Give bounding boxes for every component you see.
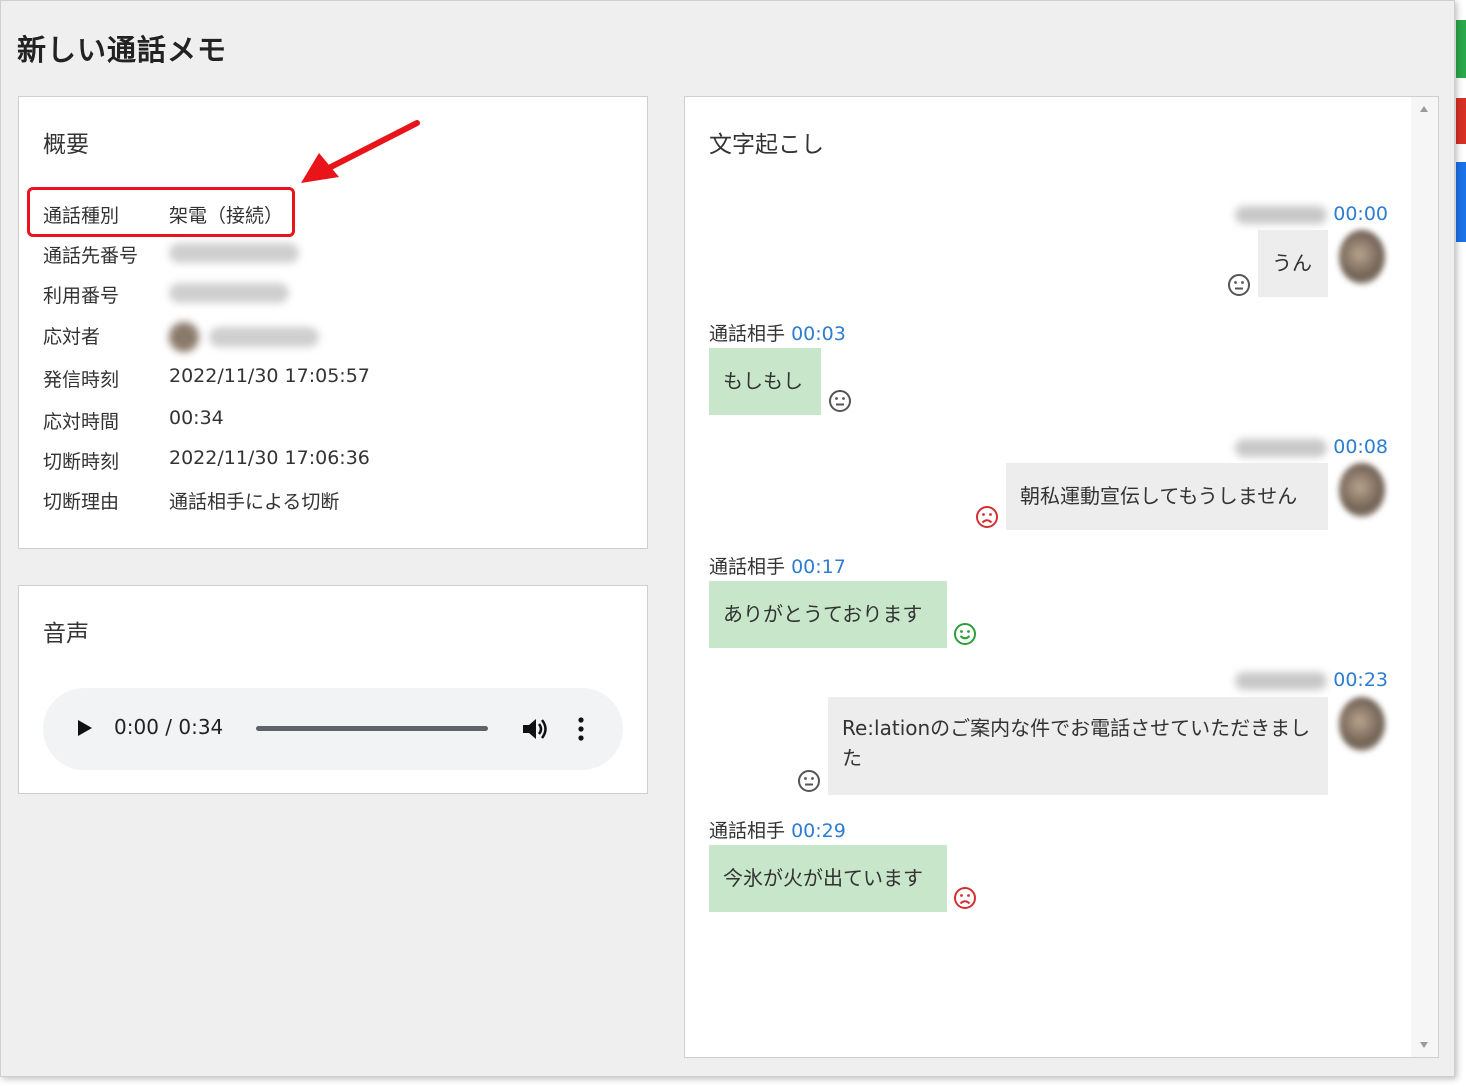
speaker-name-blurred	[1235, 205, 1328, 224]
blurred-value	[169, 241, 299, 263]
volume-icon[interactable]	[521, 716, 549, 742]
speaker-name: 通話相手	[709, 820, 786, 842]
message-bubble: 朝私運動宣伝してもうしません	[1006, 463, 1328, 530]
speaker-name: 通話相手	[709, 556, 786, 578]
avatar	[1339, 463, 1385, 517]
audio-time-display: 0:00 / 0:34	[114, 715, 224, 739]
blurred-value	[169, 281, 289, 303]
message-meta: 通話相手 00:29	[709, 816, 846, 843]
avatar	[1339, 230, 1385, 284]
message-meta: 通話相手 00:03	[709, 319, 846, 346]
message-timestamp: 00:03	[791, 323, 846, 345]
message-timestamp: 00:23	[1333, 669, 1388, 691]
summary-heading: 概要	[43, 132, 89, 158]
scroll-down-arrow-icon[interactable]	[1419, 1041, 1429, 1049]
speaker-name: 通話相手	[709, 323, 786, 345]
play-icon[interactable]	[76, 718, 94, 738]
background-app-strip-red	[1456, 98, 1466, 144]
audio-panel: 音声 0:00 / 0:34	[18, 585, 648, 794]
background-app-strip-blue	[1456, 162, 1466, 242]
summary-value: 2022/11/30 17:05:57	[169, 365, 370, 387]
background-app-strip-green	[1456, 20, 1466, 78]
sad-face-icon	[976, 506, 998, 528]
scroll-up-arrow-icon[interactable]	[1419, 105, 1429, 113]
summary-label: 利用番号	[43, 285, 120, 307]
neutral-face-icon	[798, 770, 820, 792]
summary-value: 2022/11/30 17:06:36	[169, 447, 370, 469]
neutral-face-icon	[1228, 274, 1250, 296]
message-bubble: ありがとうております	[709, 581, 947, 648]
call-memo-dialog: 新しい通話メモ 概要 通話種別 架電（接続） 通話先番号 利用番号 応対者 発信…	[0, 0, 1455, 1077]
summary-label: 切断理由	[43, 491, 120, 513]
message-meta: 00:00	[1235, 203, 1388, 225]
sad-face-icon	[954, 887, 976, 909]
summary-label: 発信時刻	[43, 369, 120, 391]
summary-label: 応対時間	[43, 411, 120, 433]
dialog-title: 新しい通話メモ	[17, 33, 228, 67]
happy-face-icon	[954, 623, 976, 645]
message-meta: 00:08	[1235, 436, 1388, 458]
avatar	[169, 322, 199, 352]
audio-heading: 音声	[43, 621, 89, 647]
message-timestamp: 00:08	[1333, 436, 1388, 458]
summary-value: 通話相手による切断	[169, 491, 340, 513]
message-bubble: 今氷が火が出ています	[709, 845, 947, 912]
neutral-face-icon	[829, 390, 851, 412]
blurred-value	[169, 322, 319, 352]
message-bubble: うん	[1258, 230, 1328, 297]
message-timestamp: 00:17	[791, 556, 846, 578]
summary-label: 応対者	[43, 326, 101, 348]
speaker-name-blurred	[1235, 671, 1328, 690]
message-timestamp: 00:29	[791, 820, 846, 842]
summary-label: 通話先番号	[43, 245, 139, 267]
message-meta: 通話相手 00:17	[709, 552, 846, 579]
message-bubble: Re:lationのご案内な件でお電話させていただきました	[828, 697, 1328, 795]
message-meta: 00:23	[1235, 669, 1388, 691]
more-options-icon[interactable]	[577, 716, 585, 742]
transcript-scrollbar[interactable]	[1411, 97, 1438, 1057]
message-bubble: もしもし	[709, 348, 821, 415]
avatar	[1339, 697, 1385, 751]
annotation-arrow-icon	[301, 120, 420, 183]
transcript-heading: 文字起こし	[709, 132, 824, 158]
transcript-panel: 文字起こし 00:00 うん 通話相手 00:03 もしもし 00:08 朝私運…	[684, 96, 1439, 1058]
speaker-name-blurred	[1235, 438, 1328, 457]
summary-label: 切断時刻	[43, 451, 120, 473]
audio-player: 0:00 / 0:34	[43, 688, 623, 770]
message-timestamp: 00:00	[1333, 203, 1388, 225]
annotation-highlight-box	[27, 187, 295, 237]
audio-progress-slider[interactable]	[256, 726, 488, 731]
summary-value: 00:34	[169, 407, 224, 429]
